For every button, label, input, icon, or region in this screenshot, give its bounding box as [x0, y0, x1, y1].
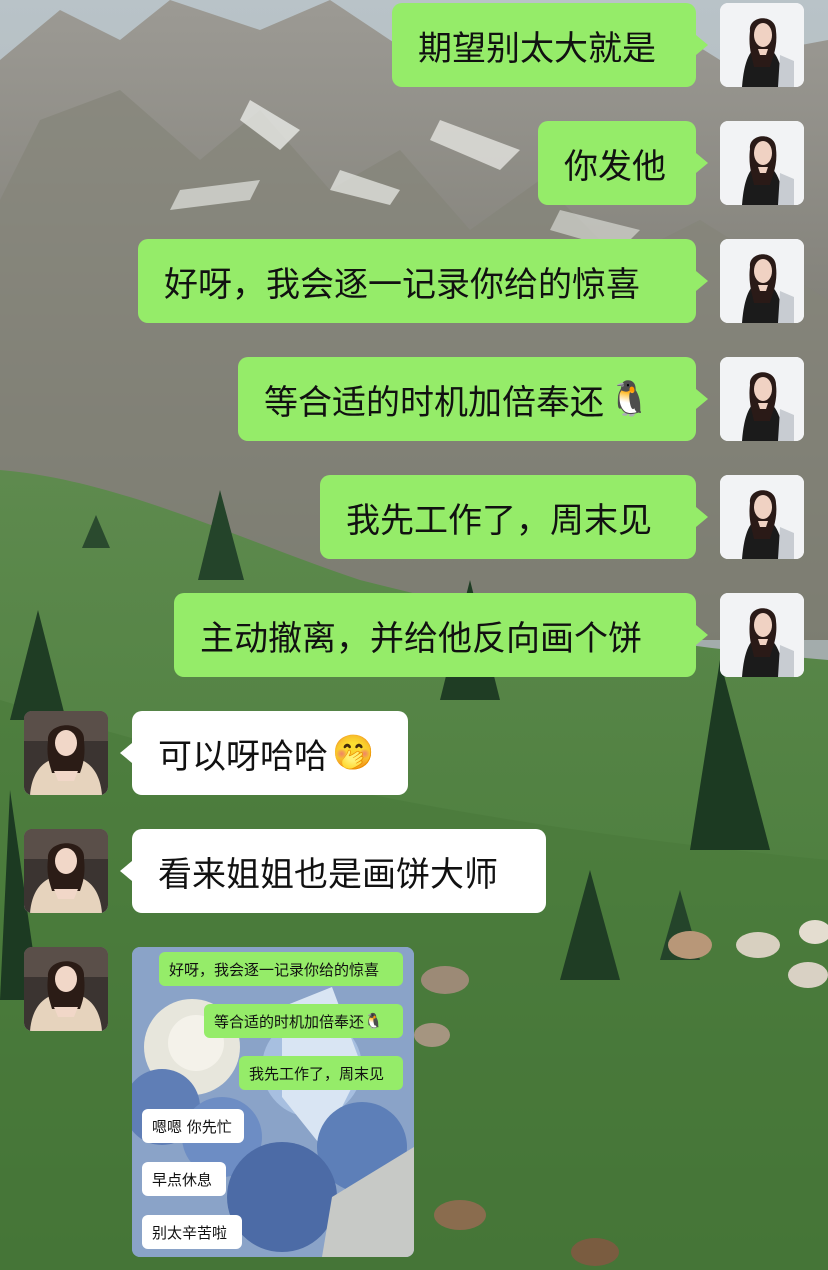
message-text: 你发他	[564, 146, 666, 187]
my-avatar[interactable]	[720, 3, 804, 87]
woman-avatar-icon	[720, 121, 804, 205]
flower-bouquet-photo	[132, 947, 414, 1257]
message-text: 可以呀哈哈	[158, 736, 328, 777]
bubble-tail	[696, 507, 708, 527]
contact-photo-icon	[24, 711, 108, 795]
bubble-tail	[696, 35, 708, 55]
message-bubble-received[interactable]: 看来姐姐也是画饼大师	[132, 829, 546, 913]
embedded-message-sent: 好呀，我会逐一记录你给的惊喜	[159, 952, 403, 986]
bubble-tail	[696, 389, 708, 409]
penguin-emoji-icon: 🐧	[364, 1012, 383, 1030]
bubble-tail	[120, 743, 132, 763]
image-message-screenshot[interactable]: 好呀，我会逐一记录你给的惊喜 等合适的时机加倍奉还 🐧 我先工作了，周末见 嗯嗯…	[132, 947, 414, 1257]
contact-photo-icon	[24, 947, 108, 1031]
woman-avatar-icon	[720, 239, 804, 323]
message-bubble-sent[interactable]: 主动撤离，并给他反向画个饼	[174, 593, 696, 677]
contact-avatar[interactable]	[24, 947, 108, 1031]
bubble-tail	[120, 861, 132, 881]
message-text: 我先工作了，周末见	[346, 500, 652, 541]
contact-photo-icon	[24, 829, 108, 913]
message-bubble-sent[interactable]: 你发他	[538, 121, 696, 205]
embedded-message-text: 早点休息	[152, 1170, 213, 1189]
embedded-message-received: 嗯嗯 你先忙	[142, 1109, 244, 1143]
embedded-message-sent: 我先工作了，周末见	[239, 1056, 403, 1090]
my-avatar[interactable]	[720, 357, 804, 441]
contact-avatar[interactable]	[24, 829, 108, 913]
woman-avatar-icon	[720, 357, 804, 441]
contact-avatar[interactable]	[24, 711, 108, 795]
my-avatar[interactable]	[720, 475, 804, 559]
message-text: 好呀，我会逐一记录你给的惊喜	[164, 264, 640, 305]
message-text: 看来姐姐也是画饼大师	[158, 854, 498, 895]
my-avatar[interactable]	[720, 239, 804, 323]
embedded-message-text: 好呀，我会逐一记录你给的惊喜	[169, 960, 380, 979]
embedded-message-text: 等合适的时机加倍奉还	[214, 1012, 365, 1031]
embedded-message-received: 别太辛苦啦	[142, 1215, 242, 1249]
embedded-message-text: 嗯嗯 你先忙	[152, 1117, 232, 1136]
embedded-message-text: 我先工作了，周末见	[249, 1064, 385, 1083]
woman-avatar-icon	[720, 593, 804, 677]
bubble-tail	[696, 271, 708, 291]
message-bubble-sent[interactable]: 期望别太大就是	[392, 3, 696, 87]
embedded-message-received: 早点休息	[142, 1162, 226, 1196]
my-avatar[interactable]	[720, 593, 804, 677]
penguin-emoji-icon: 🐧	[608, 379, 651, 419]
bubble-tail	[696, 625, 708, 645]
message-bubble-sent[interactable]: 我先工作了，周末见	[320, 475, 696, 559]
embedded-message-sent: 等合适的时机加倍奉还 🐧	[204, 1004, 403, 1038]
embedded-message-text: 别太辛苦啦	[152, 1223, 228, 1242]
bubble-tail	[696, 153, 708, 173]
my-avatar[interactable]	[720, 121, 804, 205]
hand-over-mouth-emoji-icon: 🤭	[332, 733, 375, 773]
message-text: 等合适的时机加倍奉还	[264, 382, 604, 423]
message-text: 期望别太大就是	[418, 28, 656, 69]
woman-avatar-icon	[720, 475, 804, 559]
message-bubble-sent[interactable]: 等合适的时机加倍奉还 🐧	[238, 357, 696, 441]
woman-avatar-icon	[720, 3, 804, 87]
message-bubble-sent[interactable]: 好呀，我会逐一记录你给的惊喜	[138, 239, 696, 323]
message-text: 主动撤离，并给他反向画个饼	[200, 618, 642, 659]
message-bubble-received[interactable]: 可以呀哈哈 🤭	[132, 711, 408, 795]
